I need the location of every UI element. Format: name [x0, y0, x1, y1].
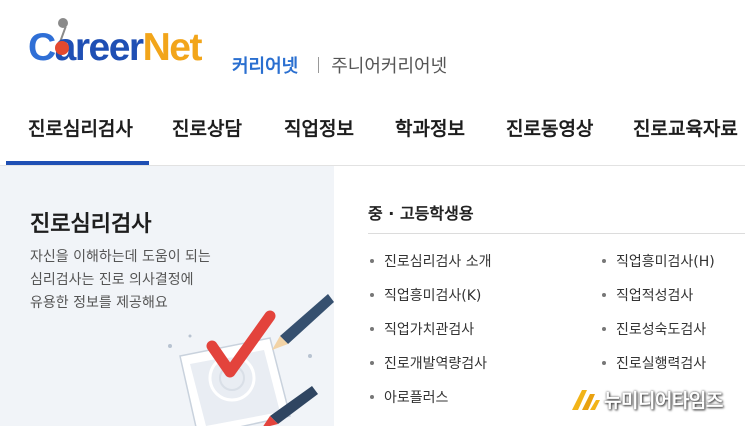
logo-text: CareerNet [28, 26, 202, 69]
checklist-illustration-icon [168, 294, 334, 426]
nav-item-materials[interactable]: 진로교육자료 [633, 114, 738, 141]
main-nav: 진로심리검사 진로상담 직업정보 학과정보 진로동영상 진로교육자료 [0, 100, 745, 166]
bullet-icon [370, 293, 374, 297]
watermark: 뉴미디어타임즈 [570, 386, 723, 413]
bullet-icon [602, 361, 606, 365]
menu-item-label: 아로플러스 [384, 390, 449, 406]
menu-item-competency[interactable]: 진로개발역량검사 [370, 353, 487, 373]
menu-item-label: 진로실행력검사 [616, 356, 707, 372]
menu-item-aroplus[interactable]: 아로플러스 [370, 387, 448, 407]
site-switcher: 커리어넷 주니어커리어넷 [232, 52, 447, 78]
bullet-icon [602, 293, 606, 297]
careernet-link[interactable]: 커리어넷 [232, 52, 298, 78]
menu-item-label: 진로성숙도검사 [616, 322, 707, 338]
group-title: 중 · 고등학생용 [368, 204, 474, 223]
nav-item-psych-test[interactable]: 진로심리검사 [28, 114, 133, 141]
menu-item-execution[interactable]: 진로실행력검사 [602, 353, 706, 373]
bullet-icon [370, 327, 374, 331]
nav-item-videos[interactable]: 진로동영상 [506, 114, 593, 141]
menu-item-label: 직업가치관검사 [384, 322, 475, 338]
mega-menu-intro: 진로심리검사 자신을 이해하는데 도움이 되는 심리검사는 진로 의사결정에 유… [0, 166, 334, 426]
menu-item-label: 직업흥미검사(H) [616, 254, 715, 270]
careernet-logo[interactable]: CareerNet [28, 18, 213, 78]
bullet-icon [370, 259, 374, 263]
menu-item-interest-k[interactable]: 직업흥미검사(K) [370, 285, 481, 305]
nav-item-counseling[interactable]: 진로상담 [172, 114, 242, 141]
bullet-icon [602, 327, 606, 331]
menu-item-label: 진로개발역량검사 [384, 356, 488, 372]
active-nav-indicator [6, 161, 149, 165]
logo-dot-icon [55, 41, 69, 55]
menu-item-label: 직업흥미검사(K) [384, 288, 482, 304]
nav-item-job-info[interactable]: 직업정보 [284, 114, 354, 141]
menu-item-label: 직업적성검사 [616, 288, 694, 304]
menu-item-values[interactable]: 직업가치관검사 [370, 319, 474, 339]
divider [368, 233, 745, 234]
panel-title: 진로심리검사 [30, 212, 152, 237]
watermark-text: 뉴미디어타임즈 [604, 390, 723, 412]
menu-item-interest-h[interactable]: 직업흥미검사(H) [602, 251, 715, 271]
bullet-icon [602, 259, 606, 263]
menu-item-aptitude[interactable]: 직업적성검사 [602, 285, 693, 305]
junior-careernet-link[interactable]: 주니어커리어넷 [331, 52, 447, 78]
bullet-icon [370, 361, 374, 365]
desc-line: 자신을 이해하는데 도움이 되는 [30, 249, 211, 265]
watermark-logo-icon [572, 389, 600, 410]
nav-item-major-info[interactable]: 학과정보 [395, 114, 465, 141]
bullet-icon [370, 395, 374, 399]
divider [318, 57, 320, 73]
menu-item-label: 진로심리검사 소개 [384, 254, 492, 270]
menu-item-psych-intro[interactable]: 진로심리검사 소개 [370, 251, 492, 271]
site-header: CareerNet 커리어넷 주니어커리어넷 [0, 0, 745, 90]
menu-item-maturity[interactable]: 진로성숙도검사 [602, 319, 706, 339]
